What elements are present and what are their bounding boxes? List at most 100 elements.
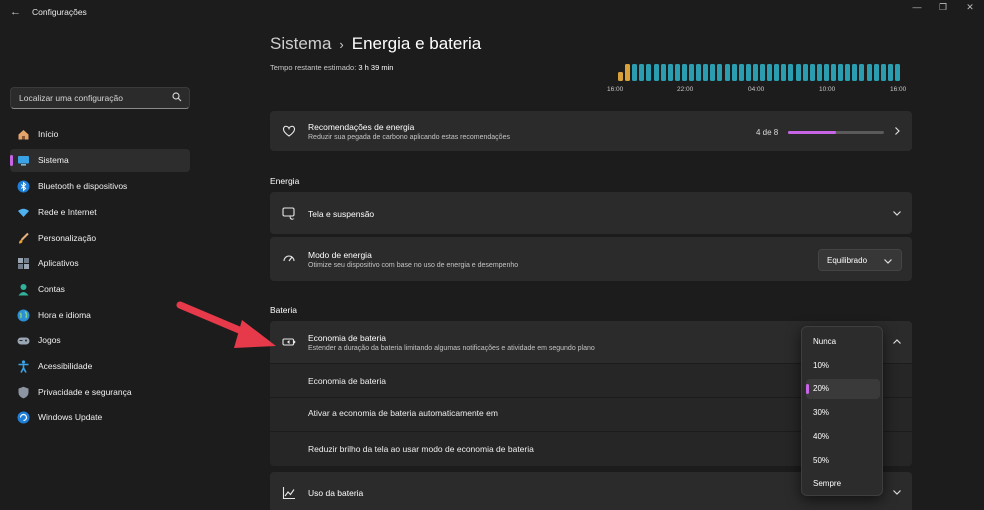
threshold-dropdown-menu: Nunca 10% 20% 30% 40% 50% Sempre <box>801 326 883 496</box>
battery-level-bar <box>653 64 659 81</box>
battery-level-bar <box>632 64 638 81</box>
battery-level-bar <box>696 64 702 81</box>
usage-chart-icon <box>282 487 295 500</box>
chevron-up-icon[interactable] <box>892 337 902 347</box>
battery-level-bar <box>646 64 652 81</box>
power-mode-icon <box>283 255 295 262</box>
battery-level-bar <box>852 64 858 81</box>
battery-level-bar <box>816 64 822 81</box>
restore-icon[interactable]: ❐ <box>936 2 950 13</box>
sidebar-item-windows-update[interactable]: Windows Update <box>10 406 190 429</box>
globe-icon <box>17 309 30 322</box>
battery-level-bar <box>859 64 865 81</box>
monitor-icon <box>18 156 29 166</box>
battery-level-bar <box>880 64 886 81</box>
battery-level-bar <box>788 64 794 81</box>
sub-row-label: Economia de bateria <box>308 376 386 386</box>
battery-level-bar <box>774 64 780 81</box>
wifi-icon <box>18 208 29 217</box>
window-title: Configurações <box>32 7 87 17</box>
sidebar-item-sistema[interactable]: Sistema <box>10 149 190 172</box>
chart-tick-label: 04:00 <box>748 86 765 93</box>
sidebar-item-label: Hora e idioma <box>38 310 91 320</box>
battery-level-bar <box>674 64 680 81</box>
threshold-option-label: 40% <box>813 431 830 441</box>
chevron-down-icon[interactable] <box>892 487 902 497</box>
power-mode-card: Modo de energia Otimize seu dispositivo … <box>270 237 912 281</box>
battery-level-bar <box>738 64 744 81</box>
back-arrow-icon[interactable]: ← <box>10 6 21 18</box>
sub-row-label: Reduzir brilho da tela ao usar modo de e… <box>308 444 534 454</box>
sidebar-item-hora-idioma[interactable]: Hora e idioma <box>10 304 190 327</box>
threshold-option[interactable]: 10% <box>806 356 880 376</box>
power-mode-value: Equilibrado <box>827 256 868 265</box>
power-mode-title: Modo de energia <box>308 250 372 260</box>
chart-tick-label: 16:00 <box>890 86 907 93</box>
chevron-down-icon[interactable] <box>892 208 902 218</box>
chart-tick-label: 10:00 <box>819 86 836 93</box>
apps-icon <box>18 258 29 269</box>
battery-saver-title: Economia de bateria <box>308 333 386 343</box>
sidebar-item-personalizacao[interactable]: Personalização <box>10 227 190 250</box>
battery-level-bar <box>767 64 773 81</box>
close-icon[interactable]: ✕ <box>963 2 977 13</box>
threshold-option[interactable]: 30% <box>806 403 880 423</box>
remaining-value: 3 h 39 min <box>358 63 394 72</box>
sidebar-item-label: Privacidade e segurança <box>38 387 132 397</box>
recommendations-subtitle: Reduzir sua pegada de carbono aplicando … <box>308 134 510 141</box>
search-input[interactable]: Localizar uma configuração <box>10 87 190 109</box>
battery-saver-icon <box>282 338 296 346</box>
threshold-option-label: 50% <box>813 455 830 465</box>
sidebar-item-label: Windows Update <box>38 412 103 422</box>
sidebar-item-bluetooth[interactable]: Bluetooth e dispositivos <box>10 175 190 198</box>
breadcrumb-parent[interactable]: Sistema <box>270 34 331 53</box>
battery-level-bar <box>838 64 844 81</box>
battery-level-bar <box>887 64 893 81</box>
battery-level-bar <box>760 64 765 81</box>
sidebar-item-aplicativos[interactable]: Aplicativos <box>10 252 190 275</box>
battery-level-chart <box>618 64 900 81</box>
sidebar-item-label: Aplicativos <box>38 258 79 268</box>
power-mode-dropdown[interactable]: Equilibrado <box>818 249 902 271</box>
sidebar-item-acessibilidade[interactable]: Acessibilidade <box>10 355 190 378</box>
threshold-option[interactable]: 40% <box>806 427 880 447</box>
battery-level-bar <box>703 64 709 81</box>
threshold-option-label: Nunca <box>813 337 837 346</box>
chart-tick-label: 16:00 <box>607 86 624 93</box>
battery-level-bar <box>866 64 872 81</box>
battery-level-bar <box>894 64 900 81</box>
minimize-icon[interactable]: — <box>910 2 924 12</box>
home-icon <box>18 130 29 140</box>
chart-tick-label: 22:00 <box>677 86 694 93</box>
sidebar-item-privacidade[interactable]: Privacidade e segurança <box>10 381 190 404</box>
section-title-energia: Energia <box>270 176 300 186</box>
sidebar-item-rede[interactable]: Rede e Internet <box>10 201 190 224</box>
battery-level-bar <box>667 64 673 81</box>
battery-level-bar <box>745 64 751 81</box>
battery-level-bar <box>795 64 801 81</box>
threshold-option-label: Sempre <box>813 479 842 489</box>
battery-usage-title: Uso da bateria <box>308 488 364 498</box>
screen-sleep-icon <box>282 207 295 220</box>
screen-sleep-card[interactable]: Tela e suspensão <box>270 192 912 234</box>
battery-level-bar <box>625 64 631 81</box>
bluetooth-icon <box>17 180 30 193</box>
title-bar: ← Configurações — ❐ ✕ <box>0 0 984 24</box>
threshold-option[interactable]: Sempre <box>806 474 880 494</box>
threshold-option[interactable]: 20% <box>806 379 880 400</box>
sidebar-item-label: Acessibilidade <box>38 361 93 371</box>
sidebar-item-inicio[interactable]: Início <box>10 123 190 146</box>
sidebar-item-jogos[interactable]: Jogos <box>10 329 190 352</box>
battery-level-bar <box>710 64 716 81</box>
recommendations-title: Recomendações de energia <box>308 122 415 132</box>
sidebar-item-label: Início <box>38 129 59 139</box>
threshold-option-label: 10% <box>813 360 830 370</box>
battery-level-bar <box>873 64 879 81</box>
threshold-option[interactable]: 50% <box>806 451 880 471</box>
power-mode-subtitle: Otimize seu dispositivo com base no uso … <box>308 262 519 269</box>
recommendations-card[interactable]: Recomendações de energia Reduzir sua peg… <box>270 111 912 151</box>
remaining-label: Tempo restante estimado: <box>270 63 357 72</box>
threshold-option[interactable]: Nunca <box>806 332 880 352</box>
sidebar-item-contas[interactable]: Contas <box>10 278 190 301</box>
battery-level-bar <box>831 64 836 81</box>
